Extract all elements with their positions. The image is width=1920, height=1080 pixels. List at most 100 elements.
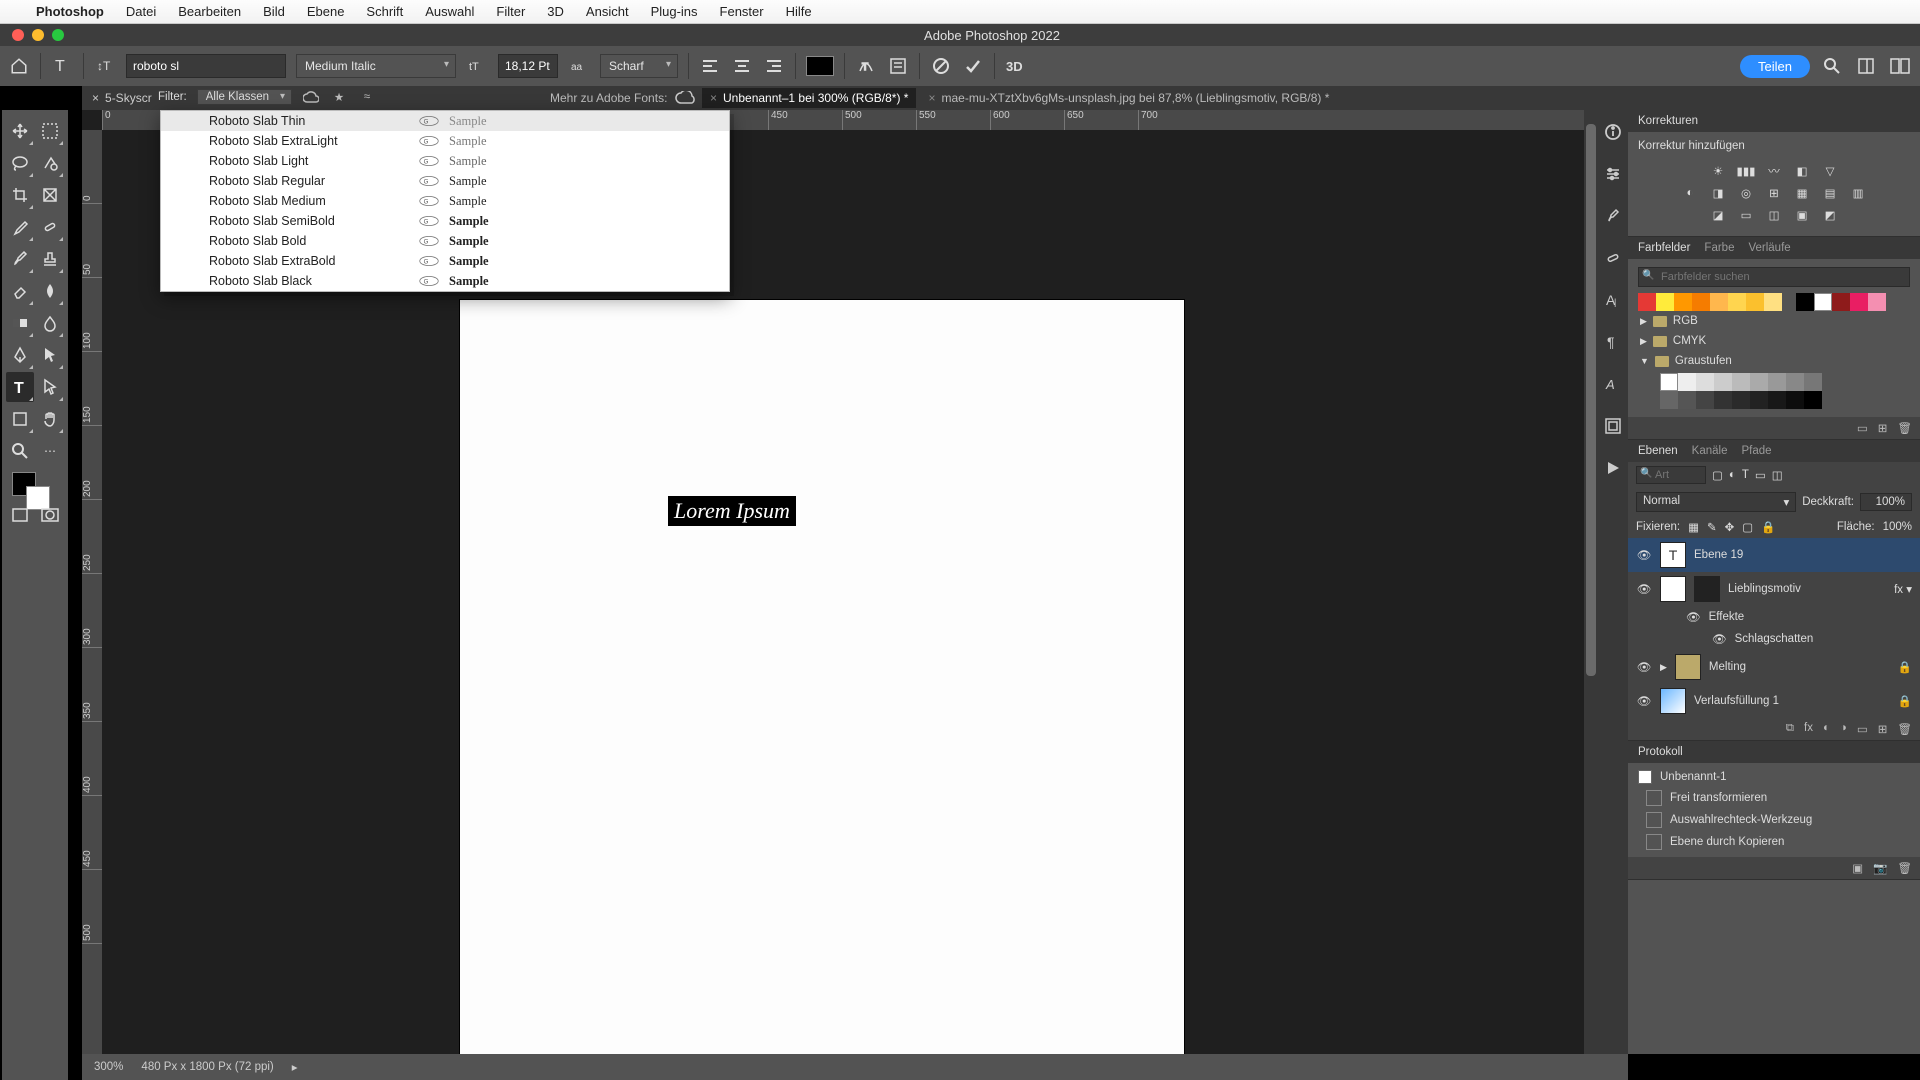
curves-icon[interactable]: 〰 [1764,162,1784,180]
text-layer[interactable]: Lorem Ipsum [668,496,796,526]
lock-position-icon[interactable]: ✥ [1725,520,1735,534]
lasso-tool-icon[interactable] [6,148,34,178]
document-canvas[interactable]: Lorem Ipsum [460,300,1184,1054]
trash-icon[interactable]: 🗑 [1897,421,1912,435]
trash-icon[interactable]: 🗑 [1897,722,1912,736]
tab-doc-2[interactable]: ×mae-mu-XTztXbv6gMs-unsplash.jpg bei 87,… [920,88,1337,108]
font-style-select[interactable]: Medium Italic [296,54,456,78]
character-panel-icon[interactable]: A| [1603,290,1623,310]
menu-schrift[interactable]: Schrift [366,4,403,19]
info-panel-icon[interactable] [1603,122,1623,142]
layer-effects-row[interactable]: 👁 Effekte [1628,606,1920,628]
new-layer-icon[interactable]: ⊞ [1878,722,1888,736]
menu-bearbeiten[interactable]: Bearbeiten [178,4,241,19]
gradient-tool-icon[interactable] [36,276,64,306]
move-tool-icon[interactable] [6,116,34,146]
chevron-right-icon[interactable]: ▸ [292,1060,298,1074]
exposure-icon[interactable]: ◧ [1792,162,1812,180]
align-left-icon[interactable] [699,55,721,77]
path-select-icon[interactable] [36,340,64,370]
warp-text-icon[interactable]: T [855,55,877,77]
align-right-icon[interactable] [763,55,785,77]
filter-text-icon[interactable]: T [1742,469,1749,481]
type-tool-icon[interactable]: T [6,372,34,402]
layer-row[interactable]: 👁 Lieblingsmotiv fx ▾ [1628,572,1920,606]
swatch[interactable] [1714,373,1732,391]
screen-mode-icon[interactable] [6,500,34,530]
text-color-swatch[interactable] [806,56,834,76]
filter-image-icon[interactable]: ▢ [1712,468,1723,482]
swatch[interactable] [1768,373,1786,391]
visibility-icon[interactable]: 👁 [1636,694,1652,708]
layer-row[interactable]: 👁 ▶ Melting 🔒 [1628,650,1920,684]
tab-kanaele[interactable]: Kanäle [1692,445,1728,457]
layer-name[interactable]: Ebene 19 [1694,549,1743,561]
tab-active-doc[interactable]: ×Unbenannt–1 bei 300% (RGB/8*) * [702,88,916,108]
tab-pfade[interactable]: Pfade [1741,445,1771,457]
layer-name[interactable]: Lieblingsmotiv [1728,583,1801,595]
menu-fenster[interactable]: Fenster [720,4,764,19]
gradient-tool-icon[interactable] [6,308,34,338]
panel-title[interactable]: Korrekturen [1638,115,1698,127]
lock-all-icon[interactable]: 🔒 [1761,520,1775,534]
antialias-select[interactable]: Scharf [600,54,678,78]
swatch[interactable] [1638,293,1656,311]
cancel-icon[interactable] [930,55,952,77]
menu-auswahl[interactable]: Auswahl [425,4,474,19]
swatch[interactable] [1786,391,1804,409]
libraries-play-icon[interactable] [1603,458,1623,478]
visibility-icon[interactable]: 👁 [1636,548,1652,562]
close-icon[interactable]: × [710,91,717,105]
direct-select-icon[interactable] [36,372,64,402]
levels-icon[interactable]: ▮▮▮ [1736,162,1756,180]
fill-value[interactable]: 100% [1883,521,1912,533]
brush-tool-icon[interactable] [6,244,34,274]
character-panel-icon[interactable] [887,55,909,77]
home-icon[interactable] [8,55,30,77]
swatch[interactable] [1678,373,1696,391]
similar-icon[interactable]: ≈ [358,88,376,106]
font-size-input[interactable]: 18,12 Pt [498,54,558,78]
shape-tool-icon[interactable] [6,404,34,434]
doc-dimensions[interactable]: 480 Px x 1800 Px (72 ppi) [141,1061,273,1073]
selective-color-icon[interactable]: ◩ [1820,206,1840,224]
lock-artboard-icon[interactable]: ▢ [1742,520,1753,534]
swatch-group-rgb[interactable]: ▶RGB [1638,311,1910,331]
menu-ansicht[interactable]: Ansicht [586,4,629,19]
visibility-icon[interactable]: 👁 [1636,582,1652,596]
swatch[interactable] [1768,391,1786,409]
new-swatch-icon[interactable]: ⊞ [1878,421,1888,435]
swatch[interactable] [1814,293,1832,311]
favorite-icon[interactable]: ★ [330,88,348,106]
fx-badge[interactable]: fx ▾ [1894,582,1912,596]
menu-plugins[interactable]: Plug-ins [651,4,698,19]
align-center-icon[interactable] [731,55,753,77]
blend-mode-select[interactable]: Normal▾ [1636,492,1796,512]
styles-panel-icon[interactable] [1603,416,1623,436]
invert-icon[interactable]: ◪ [1708,206,1728,224]
layer-name[interactable]: Melting [1709,661,1746,673]
filter-shape-icon[interactable]: ▭ [1755,468,1766,482]
font-option[interactable]: Roboto Slab ThinGSample [161,111,729,131]
swatch[interactable] [1764,293,1782,311]
quick-select-tool-icon[interactable] [36,148,64,178]
swatch[interactable] [1714,391,1732,409]
history-doc[interactable]: Unbenannt-1 [1628,767,1920,787]
photo-filter-icon[interactable]: ◎ [1736,184,1756,202]
swatch[interactable] [1696,373,1714,391]
3d-icon[interactable]: 3D [1005,55,1027,77]
paragraph-panel-icon[interactable]: ¶ [1603,332,1623,352]
tab-farbe[interactable]: Farbe [1704,242,1734,254]
color-lookup-icon[interactable]: ▦ [1792,184,1812,202]
selective-color-icon[interactable]: ◫ [1764,206,1784,224]
workspace-icon[interactable] [1854,54,1878,78]
adjustments-icon[interactable] [1603,248,1623,268]
link-layers-icon[interactable]: ⧉ [1786,722,1794,736]
swatch[interactable] [1732,373,1750,391]
gradient-map-icon[interactable]: ▭ [1736,206,1756,224]
font-class-select[interactable]: Alle Klassen [197,89,292,105]
hue-icon[interactable]: ◐ [1680,184,1700,202]
swatch-group-cmyk[interactable]: ▶CMYK [1638,331,1910,351]
swatch[interactable] [1804,391,1822,409]
zoom-icon[interactable] [52,29,64,41]
